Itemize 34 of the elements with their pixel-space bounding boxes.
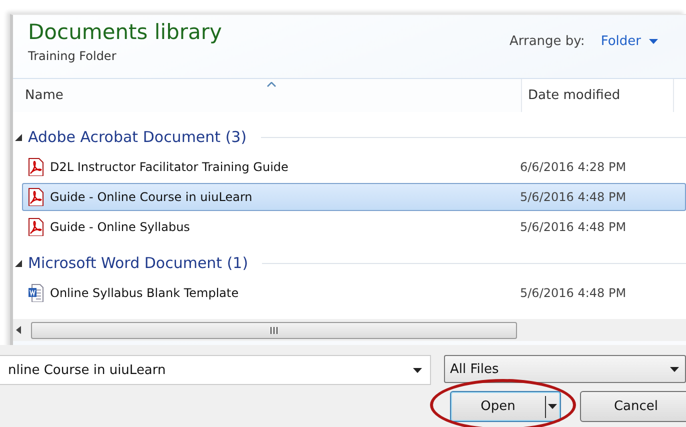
file-type-dropdown[interactable]: All Files xyxy=(444,355,686,383)
library-title: Documents library xyxy=(28,19,222,45)
file-row[interactable]: D2L Instructor Facilitator Training Guide 6/6/2016 4:28 PM xyxy=(22,153,686,181)
file-row[interactable]: Online Syllabus Blank Template 5/6/2016 4:48 PM xyxy=(22,279,686,307)
file-name: Online Syllabus Blank Template xyxy=(50,286,240,300)
pdf-file-icon xyxy=(28,158,44,176)
horizontal-scrollbar[interactable] xyxy=(13,319,686,341)
group-header[interactable]: Microsoft Word Document (1) xyxy=(28,254,248,272)
date-modified: 6/6/2016 4:28 PM xyxy=(520,160,626,174)
file-name-field[interactable]: nline Course in uiuLearn xyxy=(0,355,431,385)
scroll-thumb[interactable] xyxy=(31,322,517,338)
word-file-icon xyxy=(28,284,44,302)
file-row[interactable]: Guide - Online Syllabus 5/6/2016 4:48 PM xyxy=(22,213,686,241)
pdf-file-icon xyxy=(28,218,44,236)
grip-icon xyxy=(270,326,278,334)
date-modified: 5/6/2016 4:48 PM xyxy=(520,190,626,204)
folder-name: Training Folder xyxy=(28,49,118,63)
arrange-dropdown[interactable]: Folder xyxy=(598,34,660,49)
date-modified: 5/6/2016 4:48 PM xyxy=(520,220,626,234)
date-modified: 5/6/2016 4:48 PM xyxy=(520,286,626,300)
file-name: D2L Instructor Facilitator Training Guide xyxy=(50,160,290,174)
pdf-file-icon xyxy=(28,188,44,206)
dropdown-arrow-icon xyxy=(670,366,679,372)
arrange-label: Arrange by: xyxy=(509,34,585,49)
cancel-button[interactable]: Cancel xyxy=(580,391,686,422)
group-header[interactable]: Adobe Acrobat Document (3) xyxy=(28,128,247,146)
file-name: Guide - Online Syllabus xyxy=(50,220,191,234)
file-name: Guide - Online Course in uiuLearn xyxy=(50,190,254,204)
file-row[interactable]: Guide - Online Course in uiuLearn 5/6/2016 4:48 PM xyxy=(22,183,686,211)
dropdown-arrow-icon xyxy=(548,404,557,409)
dropdown-arrow-icon xyxy=(413,368,422,372)
scroll-left-icon xyxy=(16,326,21,334)
open-button[interactable]: Open xyxy=(450,391,561,422)
caret-icon xyxy=(649,39,658,44)
